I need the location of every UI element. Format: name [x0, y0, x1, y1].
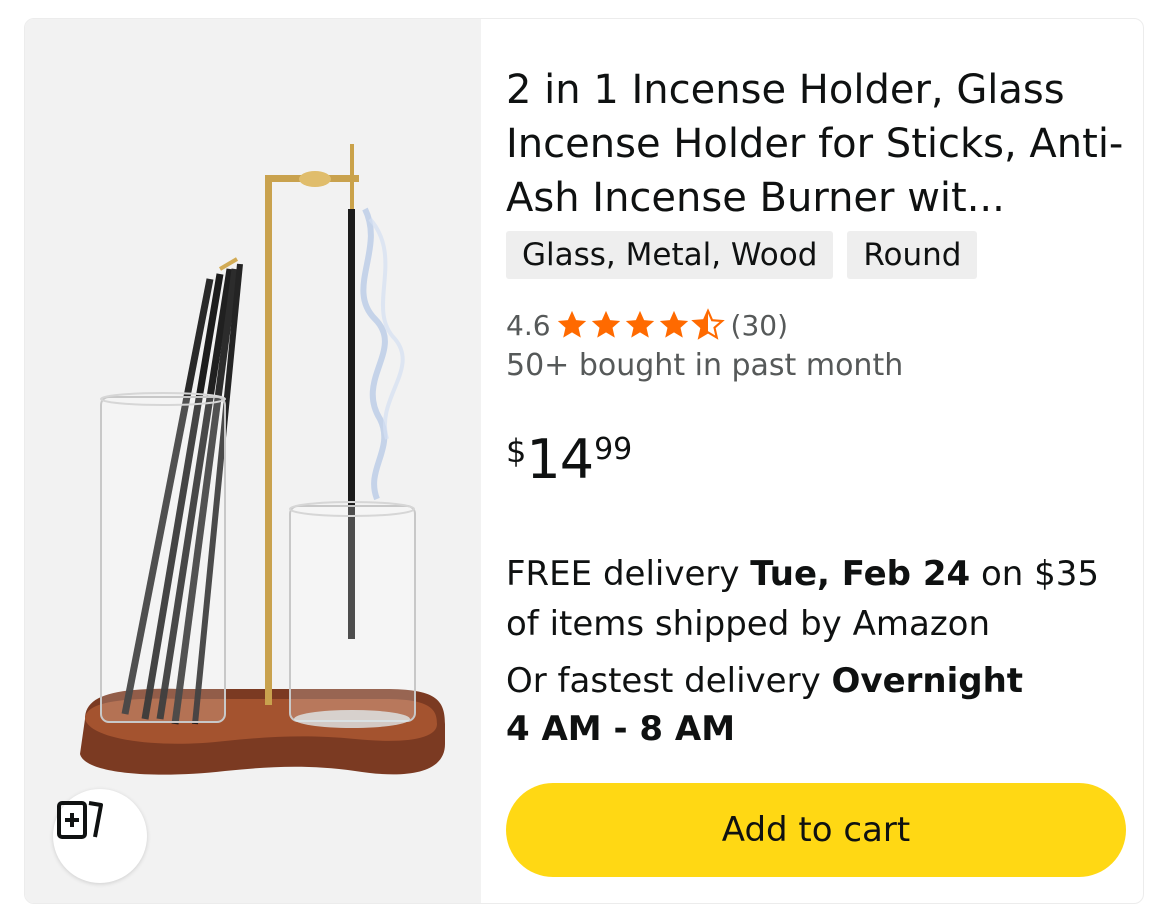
fastest-prefix: Or fastest delivery	[506, 661, 832, 701]
chip-shape[interactable]: Round	[847, 231, 978, 279]
star-full-icon	[625, 310, 654, 338]
price-symbol: $	[506, 432, 527, 470]
incense-holder-product-photo	[80, 144, 445, 775]
delivery-prefix: FREE delivery	[506, 554, 751, 594]
rating-value: 4.6	[506, 308, 551, 342]
star-half-icon	[690, 308, 725, 340]
fastest-delivery-info: Or fastest delivery Overnight 4 AM - 8 AM	[506, 657, 1126, 753]
star-full-icon	[591, 310, 620, 338]
rating-row[interactable]: 4.6 (30)	[506, 306, 788, 344]
chip-material[interactable]: Glass, Metal, Wood	[506, 231, 834, 279]
star-full-icon	[659, 310, 688, 338]
product-title[interactable]: 2 in 1 Incense Holder, Glass Incense Hol…	[506, 63, 1126, 225]
price-whole: 14	[526, 428, 594, 491]
price-fraction: 99	[594, 432, 633, 467]
fastest-window: 4 AM - 8 AM	[506, 709, 736, 749]
review-count[interactable]: (30)	[731, 309, 788, 342]
compare-button[interactable]	[53, 789, 147, 883]
fastest-speed: Overnight	[831, 661, 1024, 701]
star-rating	[555, 308, 725, 342]
free-delivery-info: FREE delivery Tue, Feb 24 on $35 of item…	[506, 549, 1126, 649]
product-info: 2 in 1 Incense Holder, Glass Incense Hol…	[506, 19, 1126, 903]
product-image[interactable]	[25, 19, 481, 903]
bought-past-month: 50+ bought in past month	[506, 348, 904, 383]
star-full-icon	[557, 310, 586, 338]
delivery-date: Tue, Feb 24	[750, 554, 971, 594]
add-to-cart-button[interactable]: Add to cart	[506, 783, 1126, 877]
price: $ 14 99	[506, 427, 632, 497]
compare-icon	[57, 801, 103, 839]
variant-chips: Glass, Metal, Wood Round	[506, 231, 978, 279]
product-card[interactable]: 2 in 1 Incense Holder, Glass Incense Hol…	[24, 18, 1144, 904]
